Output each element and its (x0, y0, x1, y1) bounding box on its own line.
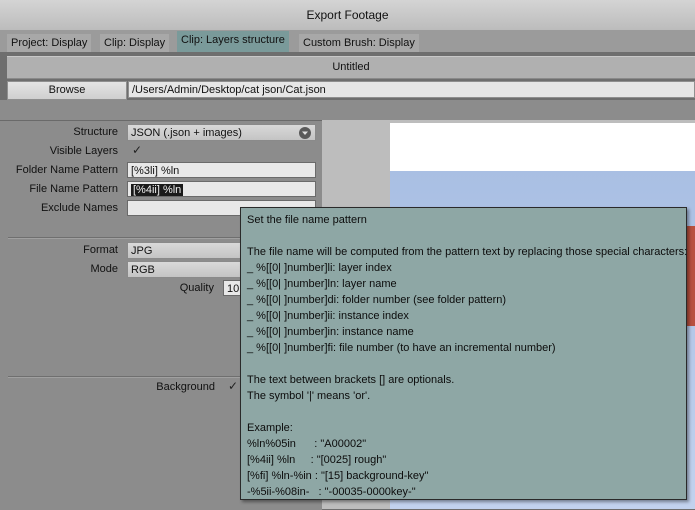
tooltip-line: The text between brackets [] are optiona… (247, 374, 455, 386)
tab-clip-display[interactable]: Clip: Display (100, 34, 170, 52)
format-value: JPG (131, 245, 153, 257)
preview-canvas-top (390, 123, 695, 171)
mode-label: Mode (90, 263, 118, 275)
tooltip-line: -%5ii-%08in- : "-00035-0000key-" (247, 486, 416, 498)
tooltip-line (247, 404, 686, 420)
folder-name-pattern-input[interactable]: [%3li] %ln (127, 162, 316, 178)
tooltip-line: The file name will be computed from the … (247, 246, 688, 258)
tooltip-line: _ %[[0| ]number]li: layer index (247, 262, 392, 274)
tooltip-line: [%4ii] %ln : "[0025] rough" (247, 454, 387, 466)
chevron-down-icon (299, 127, 311, 139)
tooltip-line: Example: (247, 422, 293, 434)
browse-button[interactable]: Browse (7, 81, 127, 100)
tooltip-line: Set the file name pattern (247, 214, 367, 226)
title-bar: Export Footage (0, 0, 695, 31)
format-label: Format (83, 244, 118, 256)
tooltip-line: [%fi] %ln-%in : "[15] background-key" (247, 470, 429, 482)
tooltip-line: _ %[[0| ]number]di: folder number (see f… (247, 294, 507, 306)
quality-label: Quality (179, 282, 214, 294)
visible-layers-checkbox[interactable]: ✓ (132, 143, 142, 157)
tab-custom-brush-display[interactable]: Custom Brush: Display (299, 34, 419, 52)
tab-clip-layers-structure[interactable]: Clip: Layers structure (177, 31, 289, 52)
tooltip-line: _ %[[0| ]number]ln: layer name (247, 278, 397, 290)
tooltip-line: _ %[[0| ]number]fi: file number (to have… (247, 342, 556, 354)
document-title: Untitled (7, 56, 695, 79)
tab-project-display[interactable]: Project: Display (7, 34, 92, 52)
structure-value: JSON (.json + images) (131, 127, 242, 139)
mode-value: RGB (131, 264, 155, 276)
tab-bar: Project: Display Clip: Display Clip: Lay… (0, 30, 695, 52)
tooltip-line (247, 228, 686, 244)
background-checkbox[interactable]: ✓ (228, 379, 238, 393)
file-name-pattern-input[interactable]: [%4ii] %ln (127, 181, 316, 197)
tooltip-line: _ %[[0| ]number]in: instance name (247, 326, 414, 338)
folder-name-pattern-label: Folder Name Pattern (15, 164, 118, 176)
file-name-pattern-label: File Name Pattern (29, 183, 118, 195)
separator (0, 100, 695, 120)
selected-text: [%4ii] %ln (131, 184, 184, 196)
file-path-field[interactable]: /Users/Admin/Desktop/cat json/Cat.json (128, 81, 695, 98)
window-title: Export Footage (306, 8, 389, 22)
tooltip-line: The symbol '|' means 'or'. (247, 390, 371, 402)
structure-label: Structure (73, 126, 118, 138)
background-label: Background (156, 381, 215, 393)
structure-select[interactable]: JSON (.json + images) (127, 124, 316, 141)
exclude-names-label: Exclude Names (40, 202, 118, 214)
tooltip-line: _ %[[0| ]number]ii: instance index (247, 310, 409, 322)
file-name-pattern-tooltip: Set the file name pattern The file name w… (240, 207, 687, 500)
visible-layers-label: Visible Layers (49, 145, 118, 157)
tooltip-line: %ln%05in : "A00002" (247, 438, 367, 450)
tooltip-line (247, 356, 686, 372)
